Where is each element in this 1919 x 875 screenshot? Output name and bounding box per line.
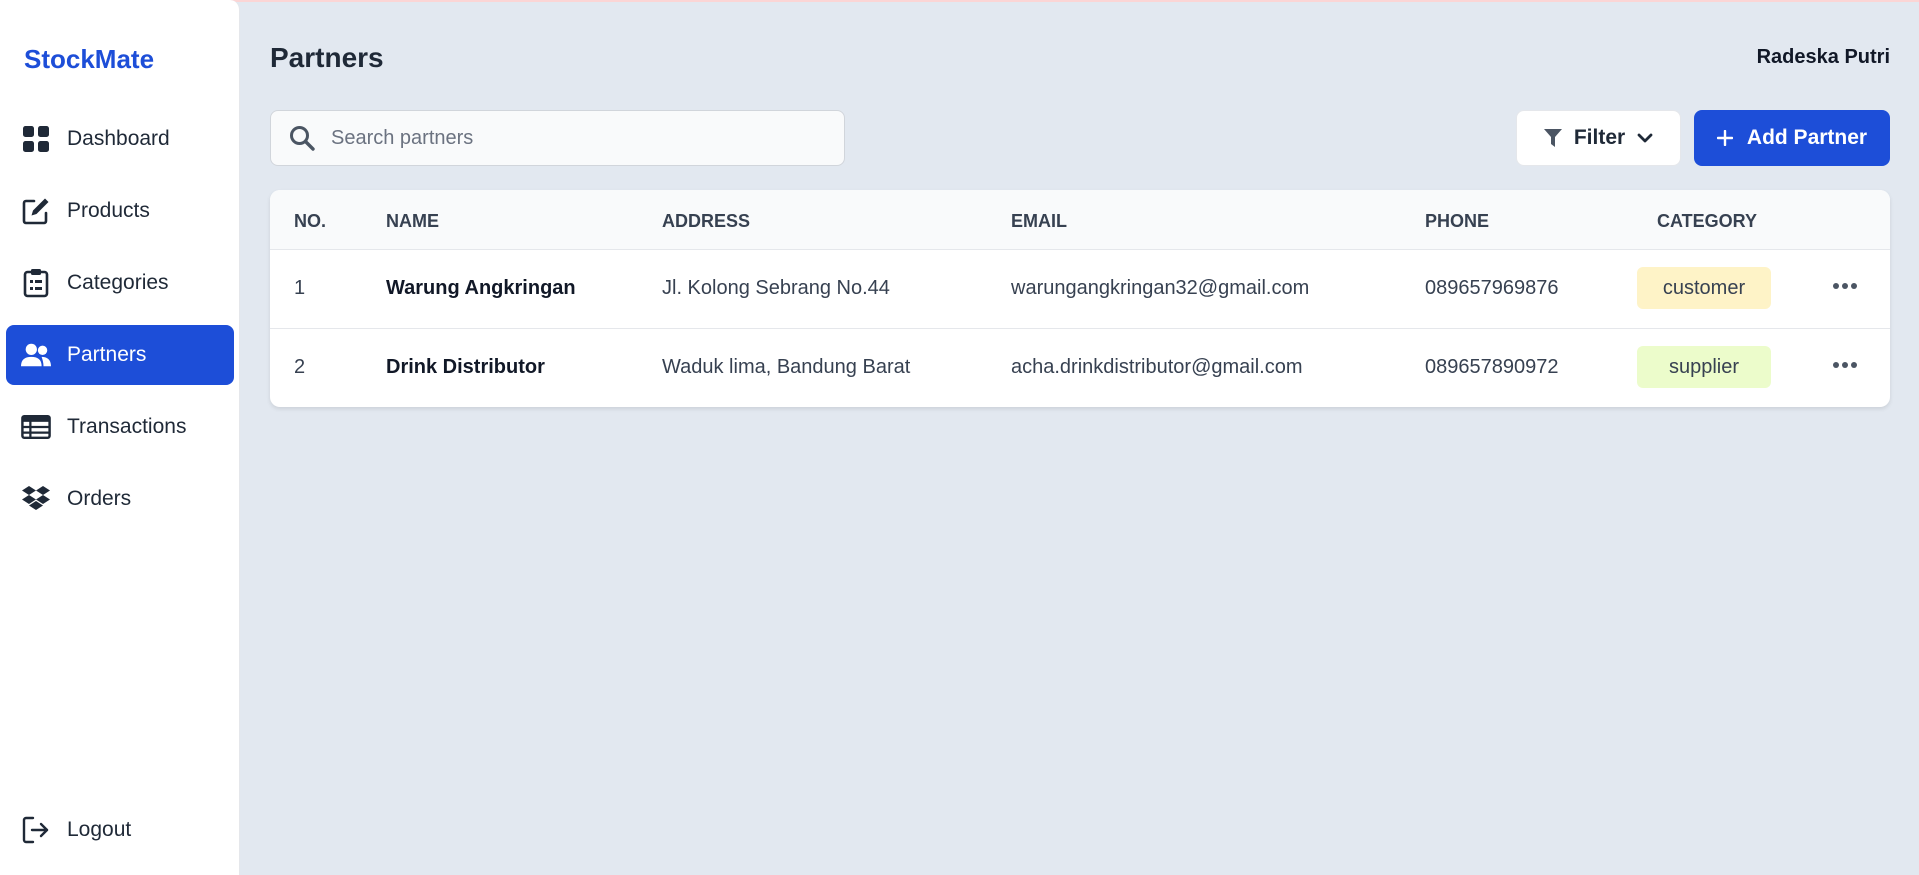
sidebar-item-products[interactable]: Products: [6, 181, 234, 241]
sidebar-item-label: Orders: [67, 487, 132, 510]
add-partner-label: Add Partner: [1746, 126, 1868, 149]
cell-no: 1: [294, 277, 306, 299]
user-name[interactable]: Radeska Putri: [1757, 46, 1890, 69]
column-header-category: CATEGORY: [1657, 211, 1758, 231]
filter-icon: [1543, 128, 1562, 148]
sidebar-item-partners[interactable]: Partners: [6, 325, 234, 385]
sidebar-item-orders[interactable]: Orders: [6, 469, 234, 529]
column-header-phone: PHONE: [1425, 211, 1490, 231]
filter-label: Filter: [1573, 126, 1626, 149]
table-icon: [21, 412, 51, 442]
sidebar: StockMate Dashboard Products Categories …: [0, 0, 240, 875]
sidebar-item-label: Partners: [67, 343, 147, 366]
cell-phone: 089657890972: [1425, 356, 1559, 378]
sidebar-item-label: Categories: [67, 271, 169, 294]
page-title: Partners: [270, 42, 384, 73]
sidebar-item-label: Dashboard: [67, 127, 170, 150]
cell-phone: 089657969876: [1425, 277, 1559, 299]
search-input[interactable]: [331, 126, 811, 150]
more-options-icon[interactable]: [1830, 276, 1860, 296]
cell-email: acha.drinkdistributor@gmail.com: [1011, 356, 1303, 378]
logout-icon: [21, 815, 51, 845]
logout-button[interactable]: Logout: [21, 815, 131, 845]
grid-icon: [21, 124, 51, 154]
sidebar-item-categories[interactable]: Categories: [6, 253, 234, 313]
table-row[interactable]: 1 Warung Angkringan Jl. Kolong Sebrang N…: [270, 249, 1890, 328]
add-partner-button[interactable]: Add Partner: [1694, 110, 1890, 166]
logout-label: Logout: [67, 818, 132, 841]
cell-address: Waduk lima, Bandung Barat: [662, 356, 911, 378]
brand-logo[interactable]: StockMate: [24, 44, 154, 75]
more-options-icon[interactable]: [1830, 355, 1860, 375]
dropbox-icon: [21, 484, 51, 514]
search-icon: [287, 123, 317, 153]
filter-button[interactable]: Filter: [1516, 110, 1681, 166]
category-badge: customer: [1637, 267, 1771, 309]
plus-icon: [1716, 130, 1733, 146]
column-header-email: EMAIL: [1011, 211, 1067, 231]
users-icon: [21, 340, 51, 370]
table-header: NO. NAME ADDRESS EMAIL PHONE CATEGORY: [270, 190, 1890, 250]
clipboard-icon: [21, 268, 51, 298]
top-accent-line: [0, 0, 1919, 2]
cell-name: Warung Angkringan: [386, 277, 576, 299]
sidebar-item-transactions[interactable]: Transactions: [6, 397, 234, 457]
chevron-down-icon: [1637, 132, 1653, 144]
cell-no: 2: [294, 356, 306, 378]
category-badge: supplier: [1637, 346, 1771, 388]
column-header-address: ADDRESS: [662, 211, 751, 231]
cell-email: warungangkringan32@gmail.com: [1011, 277, 1310, 299]
column-header-name: NAME: [386, 211, 439, 231]
edit-icon: [21, 196, 51, 226]
sidebar-item-dashboard[interactable]: Dashboard: [6, 109, 234, 169]
table-row[interactable]: 2 Drink Distributor Waduk lima, Bandung …: [270, 328, 1890, 407]
column-header-no: NO.: [294, 211, 327, 231]
sidebar-nav: Dashboard Products Categories Partners T…: [6, 109, 234, 541]
search-box[interactable]: [270, 110, 845, 166]
partners-table: NO. NAME ADDRESS EMAIL PHONE CATEGORY 1 …: [270, 190, 1890, 407]
cell-name: Drink Distributor: [386, 356, 545, 378]
cell-address: Jl. Kolong Sebrang No.44: [662, 277, 890, 299]
sidebar-item-label: Transactions: [67, 415, 187, 438]
sidebar-item-label: Products: [67, 199, 150, 222]
